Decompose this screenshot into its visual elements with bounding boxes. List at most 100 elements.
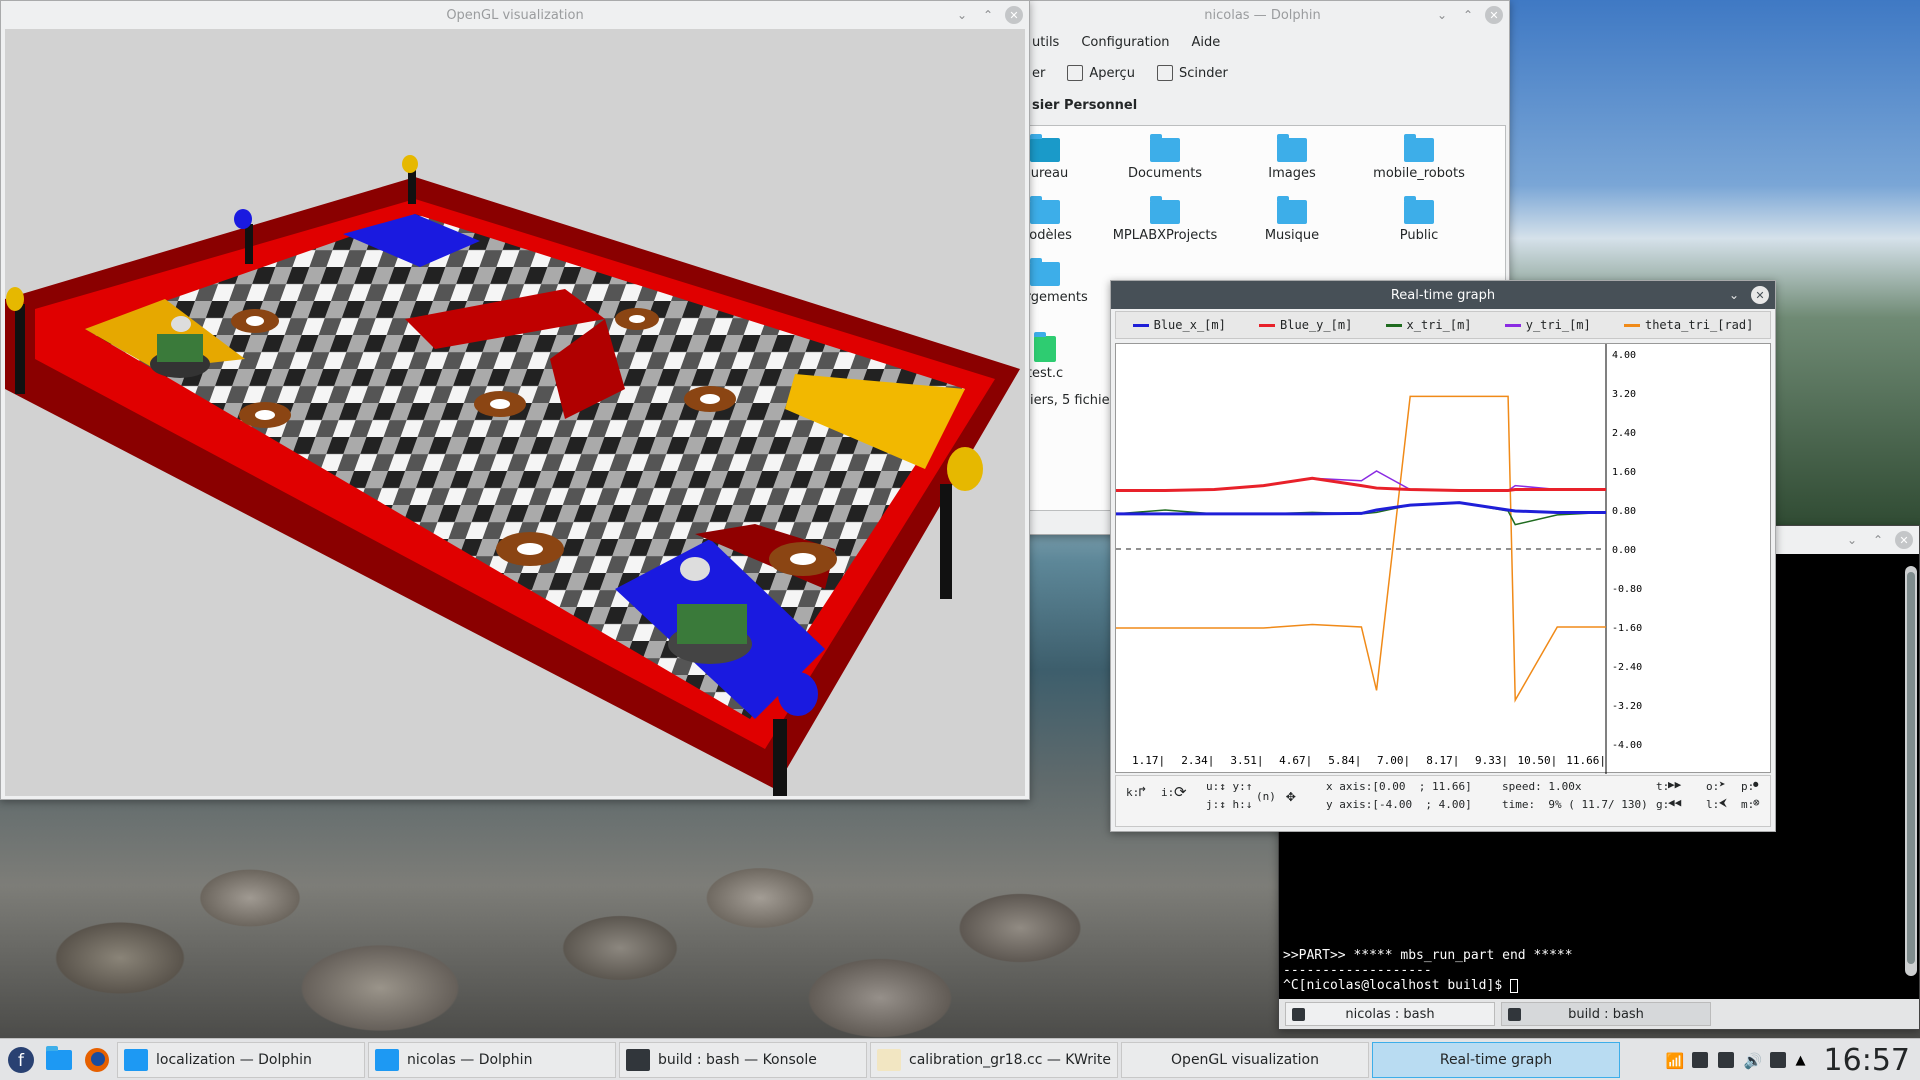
folder-icon bbox=[1404, 134, 1434, 162]
dolphin-icon bbox=[375, 1048, 399, 1071]
rewind-icon[interactable]: ◀◀ bbox=[1668, 796, 1681, 809]
location-label: sier Personnel bbox=[1032, 97, 1138, 113]
move-axes-icon[interactable]: ✥ bbox=[1286, 786, 1296, 805]
close-icon[interactable]: ✕ bbox=[1485, 6, 1503, 24]
svg-text:f: f bbox=[18, 1051, 25, 1071]
file-item-public[interactable]: Public bbox=[1355, 196, 1483, 243]
stop-icon[interactable]: ⊗ bbox=[1753, 796, 1760, 809]
beacon-yellow bbox=[402, 155, 418, 173]
toolbar-preview-button[interactable]: Aperçu bbox=[1067, 65, 1135, 81]
terminal-scrollbar[interactable] bbox=[1905, 566, 1917, 976]
close-icon[interactable]: ✕ bbox=[1751, 286, 1769, 304]
scrollbar-thumb[interactable] bbox=[1907, 572, 1915, 964]
task-nicolas-dolphin[interactable]: nicolas — Dolphin bbox=[368, 1041, 616, 1078]
file-item-mplabxprojects[interactable]: MPLABXProjects bbox=[1101, 196, 1229, 243]
menu-outils[interactable]: utils bbox=[1032, 35, 1059, 50]
file-item-images[interactable]: Images bbox=[1228, 134, 1356, 181]
task-real-time-graph[interactable]: Real-time graph bbox=[1372, 1041, 1620, 1078]
task-build-bash-konsole[interactable]: build : bash — Konsole bbox=[619, 1041, 867, 1078]
file-label: Musique bbox=[1264, 228, 1320, 243]
split-icon bbox=[1156, 65, 1173, 81]
minimize-icon[interactable]: ⌄ bbox=[1725, 286, 1743, 304]
minimize-icon[interactable]: ⌄ bbox=[1843, 531, 1861, 549]
pause-icon[interactable]: ⏺ bbox=[1753, 778, 1759, 792]
preview-icon bbox=[1067, 65, 1084, 81]
y-axis-range: y axis:[-4.00 ; 4.00] bbox=[1326, 798, 1472, 811]
fast-forward-icon[interactable]: ▶▶ bbox=[1668, 778, 1681, 791]
menu-configuration[interactable]: Configuration bbox=[1081, 35, 1169, 50]
graph-window[interactable]: Real-time graph ⌄ ✕ Blue_x_[m] Blue_y_[m]… bbox=[1110, 280, 1776, 832]
clipboard-icon[interactable] bbox=[1717, 1052, 1734, 1068]
taskbar: f localization — Dolphin nicolas — Dolphi… bbox=[0, 1038, 1920, 1080]
x-tick-label: 11.66| bbox=[1566, 754, 1606, 767]
y-tick-label: -4.00 bbox=[1612, 740, 1642, 751]
x-tick-label: 8.17| bbox=[1426, 754, 1459, 767]
graph-status-bar: k: ↱ i: ⟳ u:↕ y:↑ j:↕ h:↓ (n) ✥ x axis:[… bbox=[1115, 775, 1771, 827]
beacon-yellow bbox=[947, 447, 983, 491]
tab-nicolas-bash[interactable]: nicolas : bash bbox=[1285, 1002, 1495, 1026]
opengl-window[interactable]: OpenGL visualization ⌄ ⌃ ✕ bbox=[0, 0, 1030, 800]
x-tick-label: 9.33| bbox=[1475, 754, 1508, 767]
y-tick-label: 4.00 bbox=[1612, 350, 1636, 361]
file-item-mobile-robots[interactable]: mobile_robots bbox=[1355, 134, 1483, 181]
task-localization-dolphin[interactable]: localization — Dolphin bbox=[117, 1041, 365, 1078]
legend-label: x_tri_[m] bbox=[1406, 318, 1472, 332]
menu-aide[interactable]: Aide bbox=[1192, 35, 1221, 50]
volume-icon[interactable]: 🔊 bbox=[1744, 1052, 1763, 1070]
task-calibration-gr18-cc-kwrite[interactable]: calibration_gr18.cc — KWrite bbox=[870, 1041, 1118, 1078]
minimize-icon[interactable]: ⌄ bbox=[953, 6, 971, 24]
opengl-titlebar[interactable]: OpenGL visualization ⌄ ⌃ ✕ bbox=[1, 1, 1029, 29]
graph-titlebar[interactable]: Real-time graph ⌄ ✕ bbox=[1111, 281, 1775, 309]
fedora-menu-icon[interactable]: f bbox=[4, 1043, 38, 1077]
dolphin-titlebar[interactable]: nicolas — Dolphin ⌄ ⌃ ✕ bbox=[1016, 1, 1509, 29]
legend-swatch bbox=[1259, 323, 1276, 327]
back-icon[interactable]: ⮜ bbox=[1719, 796, 1727, 810]
file-label: test.c bbox=[1026, 366, 1064, 381]
terminal-line: ------------------- bbox=[1283, 963, 1432, 978]
toolbar-split-button[interactable]: Scinder bbox=[1156, 65, 1228, 81]
graph-plot[interactable]: 4.00 3.20 2.40 1.60 0.80 0.00 -0.80 -1.60 -2.40 -… bbox=[1115, 343, 1771, 774]
tab-label: nicolas : bash bbox=[1345, 1006, 1435, 1022]
file-item-documents[interactable]: Documents bbox=[1101, 134, 1229, 181]
x-tick-label: 5.84| bbox=[1328, 754, 1361, 767]
toolbar-filter-button[interactable]: er bbox=[1032, 66, 1045, 81]
konsole-tabs: nicolas : bash build : bash bbox=[1279, 999, 1919, 1029]
file-item-musique[interactable]: Musique bbox=[1228, 196, 1356, 243]
folder-icon bbox=[1277, 134, 1307, 162]
rotate-arrow-icon[interactable]: ↱ bbox=[1138, 784, 1146, 800]
refresh-icon[interactable]: ⟳ bbox=[1174, 783, 1187, 801]
y-tick-label: 0.80 bbox=[1612, 506, 1636, 517]
close-icon[interactable]: ✕ bbox=[1895, 531, 1913, 549]
task-label: calibration_gr18.cc — KWrite bbox=[909, 1051, 1111, 1068]
tray-expand-icon[interactable]: ▲ bbox=[1796, 1053, 1806, 1068]
clock[interactable]: 16:57 bbox=[1824, 1043, 1910, 1078]
bluetooth-icon[interactable] bbox=[1769, 1052, 1786, 1068]
task-label: localization — Dolphin bbox=[156, 1051, 312, 1068]
y-tick-label: 0.00 bbox=[1612, 545, 1636, 556]
close-icon[interactable]: ✕ bbox=[1005, 6, 1023, 24]
y-tick-label: 1.60 bbox=[1612, 467, 1636, 478]
x-tick-label: 10.50| bbox=[1518, 754, 1558, 767]
x-tick-label: 3.51| bbox=[1230, 754, 1263, 767]
play-icon[interactable]: ➤ bbox=[1719, 778, 1726, 791]
maximize-icon[interactable]: ⌃ bbox=[979, 6, 997, 24]
terminal-icon bbox=[1508, 1008, 1521, 1021]
x-tick-label: 7.00| bbox=[1377, 754, 1410, 767]
minimize-icon[interactable]: ⌄ bbox=[1433, 6, 1451, 24]
maximize-icon[interactable]: ⌃ bbox=[1459, 6, 1477, 24]
firefox-launcher-icon[interactable] bbox=[80, 1043, 114, 1077]
legend-item: Blue_x_[m] bbox=[1132, 318, 1226, 332]
file-manager-launcher-icon[interactable] bbox=[42, 1043, 76, 1077]
c-file-icon bbox=[1034, 332, 1056, 362]
battery-icon[interactable] bbox=[1691, 1052, 1708, 1068]
kwrite-icon bbox=[877, 1048, 901, 1071]
maximize-icon[interactable]: ⌃ bbox=[1869, 531, 1887, 549]
opengl-canvas[interactable] bbox=[5, 29, 1025, 796]
x-axis-range: x axis:[0.00 ; 11.66] bbox=[1326, 780, 1472, 793]
task-opengl-visualization[interactable]: OpenGL visualization bbox=[1121, 1041, 1369, 1078]
tab-build-bash[interactable]: build : bash bbox=[1501, 1002, 1711, 1026]
dolphin-icon bbox=[124, 1048, 148, 1071]
tab-label: build : bash bbox=[1568, 1006, 1644, 1022]
network-wifi-icon[interactable]: 📶 bbox=[1666, 1052, 1685, 1070]
toolbar-filter-label: er bbox=[1032, 65, 1046, 81]
